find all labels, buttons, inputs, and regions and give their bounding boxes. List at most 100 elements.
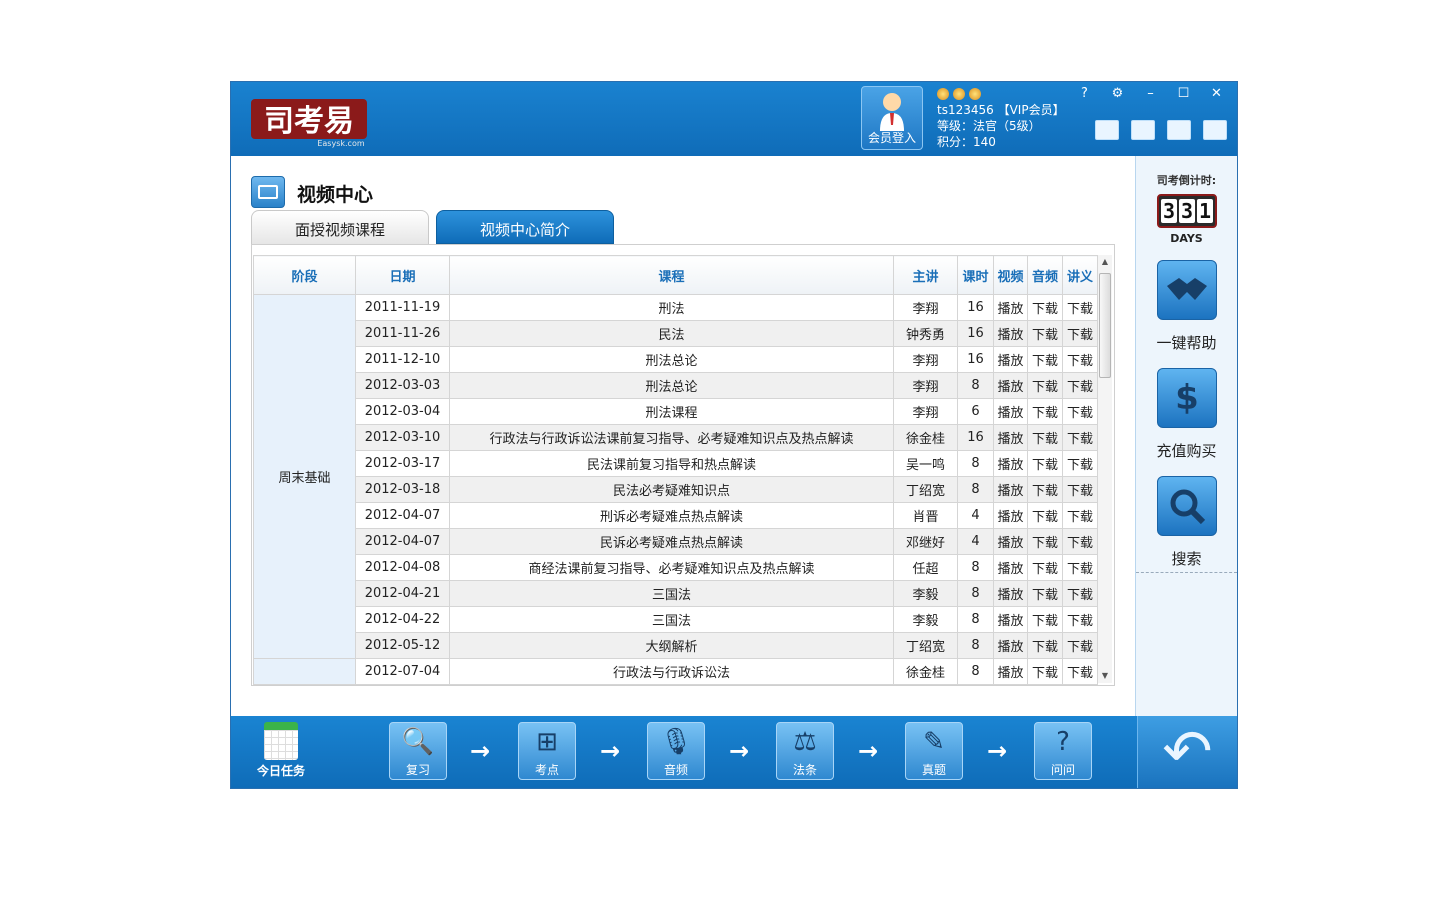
step-audio-button[interactable]: 🎙 音频 [647,722,705,780]
chat-icon[interactable] [1131,120,1155,140]
download-audio-link[interactable]: 下载 [1027,424,1063,451]
scroll-up-icon[interactable]: ▲ [1098,255,1112,269]
cell-hours: 8 [957,554,994,581]
download-notes-link[interactable]: 下载 [1062,528,1098,555]
download-notes-link[interactable]: 下载 [1062,658,1098,685]
download-notes-link[interactable]: 下载 [1062,554,1098,581]
download-audio-link[interactable]: 下载 [1027,606,1063,633]
download-notes-link[interactable]: 下载 [1062,320,1098,347]
step-past-exams-button[interactable]: ✎ 真题 [905,722,963,780]
table-scrollbar[interactable]: ▲ ▼ [1098,255,1112,683]
help-label[interactable]: 一键帮助 [1136,332,1237,353]
cell-hours: 16 [957,424,994,451]
logout-icon[interactable] [1203,120,1227,140]
table-row[interactable]: 2012-04-07 刑诉必考疑难点热点解读 肖晋 4 播放 下载 下载 [254,502,1098,529]
download-audio-link[interactable]: 下载 [1027,320,1063,347]
download-audio-link[interactable]: 下载 [1027,346,1063,373]
step-label: 复习 [405,763,430,777]
download-audio-link[interactable]: 下载 [1027,502,1063,529]
play-link[interactable]: 播放 [993,450,1028,477]
help-icon[interactable]: ? [1068,84,1101,104]
help-button[interactable] [1157,260,1217,320]
play-link[interactable]: 播放 [993,658,1028,685]
table-row[interactable]: 2012-04-21 三国法 李毅 8 播放 下载 下载 [254,580,1098,607]
download-notes-link[interactable]: 下载 [1062,346,1098,373]
maximize-button[interactable]: ☐ [1167,84,1200,104]
download-notes-link[interactable]: 下载 [1062,450,1098,477]
play-link[interactable]: 播放 [993,424,1028,451]
download-audio-link[interactable]: 下载 [1027,528,1063,555]
download-notes-link[interactable]: 下载 [1062,632,1098,659]
contacts-icon[interactable] [1167,120,1191,140]
page-title: 视频中心 [297,184,374,206]
play-link[interactable]: 播放 [993,502,1028,529]
close-button[interactable]: ✕ [1200,84,1233,104]
table-row[interactable]: 2012-03-17 民法课前复习指导和热点解读 吴一鸣 8 播放 下载 下载 [254,450,1098,477]
table-row[interactable]: 2012-07-04 行政法与行政诉讼法 徐金桂 8 播放 下载 下载 [253,658,1098,685]
download-audio-link[interactable]: 下载 [1027,372,1063,399]
table-row[interactable]: 2012-04-22 三国法 李毅 8 播放 下载 下载 [254,606,1098,633]
table-row[interactable]: 2012-03-10 行政法与行政诉讼法课前复习指导、必考疑难知识点及热点解读 徐金… [254,424,1098,451]
download-notes-link[interactable]: 下载 [1062,580,1098,607]
play-link[interactable]: 播放 [993,554,1028,581]
scroll-thumb[interactable] [1099,273,1111,378]
download-audio-link[interactable]: 下载 [1027,658,1063,685]
cell-hours: 4 [957,528,994,555]
step-review-button[interactable]: 🔍 复习 [389,722,447,780]
table-row[interactable]: 2012-03-18 民法必考疑难知识点 丁绍宽 8 播放 下载 下载 [254,476,1098,503]
table-row[interactable]: 2012-04-08 商经法课前复习指导、必考疑难知识点及热点解读 任超 8 播放 下载下… [254,554,1098,581]
download-notes-link[interactable]: 下载 [1062,606,1098,633]
download-notes-link[interactable]: 下载 [1062,372,1098,399]
table-row[interactable]: 2012-03-04 刑法课程 李翔 6 播放 下载 下载 [254,398,1098,425]
table-row[interactable]: 2011-11-26 民法 钟秀勇 16 播放 下载 下载 [254,320,1098,347]
download-audio-link[interactable]: 下载 [1027,554,1063,581]
download-audio-link[interactable]: 下载 [1027,476,1063,503]
table-row[interactable]: 2012-03-03 刑法总论 李翔 8 播放 下载 下载 [254,372,1098,399]
search-button[interactable] [1157,476,1217,536]
user-avatar-icon [880,93,904,131]
cell-teacher: 邓继好 [893,528,958,555]
today-tasks[interactable]: 今日任务 [251,722,311,779]
play-link[interactable]: 播放 [993,528,1028,555]
settings-icon[interactable]: ⚙ [1101,84,1134,104]
step-statutes-button[interactable]: ⚖ 法条 [776,722,834,780]
play-link[interactable]: 播放 [993,398,1028,425]
download-notes-link[interactable]: 下载 [1062,476,1098,503]
member-login-button[interactable]: 会员登入 [861,86,923,150]
play-link[interactable]: 播放 [993,320,1028,347]
download-audio-link[interactable]: 下载 [1027,450,1063,477]
download-audio-link[interactable]: 下载 [1027,580,1063,607]
table-row[interactable]: 2012-05-12 大纲解析 丁绍宽 8 播放 下载 下载 [254,632,1098,659]
play-link[interactable]: 播放 [993,346,1028,373]
play-link[interactable]: 播放 [993,294,1028,321]
table-row[interactable]: 2011-12-10 刑法总论 李翔 16 播放 下载 下载 [254,346,1098,373]
tab-lecture-videos[interactable]: 面授视频课程 [251,210,429,244]
play-link[interactable]: 播放 [993,632,1028,659]
cell-date: 2011-11-26 [355,320,450,347]
minimize-button[interactable]: – [1134,84,1167,104]
download-notes-link[interactable]: 下载 [1062,294,1098,321]
mail-icon[interactable] [1095,120,1119,140]
step-exam-points-button[interactable]: ⊞ 考点 [518,722,576,780]
tab-video-center-intro[interactable]: 视频中心简介 [436,210,614,244]
recharge-button[interactable]: $ [1157,368,1217,428]
download-audio-link[interactable]: 下载 [1027,294,1063,321]
download-notes-link[interactable]: 下载 [1062,398,1098,425]
recharge-label[interactable]: 充值购买 [1136,440,1237,461]
download-notes-link[interactable]: 下载 [1062,424,1098,451]
user-level: 等级：法官（5级） [937,119,1041,133]
search-label[interactable]: 搜索 [1136,548,1237,569]
table-row[interactable]: 周末基础 2011-11-19 刑法 李翔 16 播放 下载 下载 [253,294,1098,659]
play-link[interactable]: 播放 [993,372,1028,399]
scroll-down-icon[interactable]: ▼ [1098,669,1112,683]
download-notes-link[interactable]: 下载 [1062,502,1098,529]
play-link[interactable]: 播放 [993,476,1028,503]
download-audio-link[interactable]: 下载 [1027,398,1063,425]
play-link[interactable]: 播放 [993,580,1028,607]
cell-course: 三国法 [449,580,894,607]
table-row[interactable]: 2012-04-07 民诉必考疑难点热点解读 邓继好 4 播放 下载 下载 [254,528,1098,555]
download-audio-link[interactable]: 下载 [1027,632,1063,659]
step-ask-button[interactable]: ? 问问 [1034,722,1092,780]
play-link[interactable]: 播放 [993,606,1028,633]
back-button[interactable]: ↶ [1137,716,1237,788]
